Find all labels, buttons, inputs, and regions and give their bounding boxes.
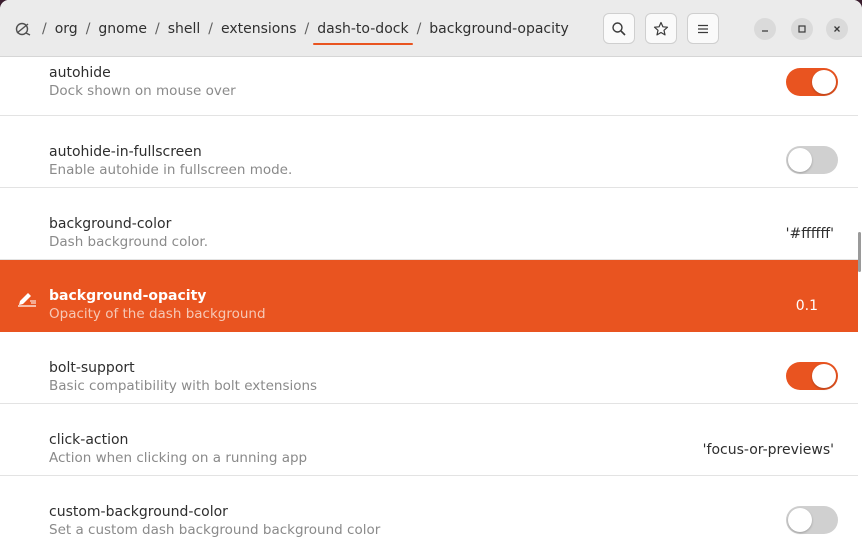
breadcrumb-separator: / bbox=[208, 20, 213, 37]
switch-knob bbox=[788, 508, 812, 532]
key-name: bolt-support bbox=[49, 360, 135, 376]
key-description: Opacity of the dash background bbox=[49, 306, 266, 322]
list-item[interactable]: custom-background-color Set a custom das… bbox=[0, 476, 858, 545]
search-icon bbox=[612, 21, 626, 36]
key-description: Dock shown on mouse over bbox=[49, 83, 236, 99]
key-description: Action when clicking on a running app bbox=[49, 450, 308, 466]
key-description: Enable autohide in fullscreen mode. bbox=[49, 162, 293, 178]
key-value: 'focus-or-previews' bbox=[702, 442, 834, 458]
maximize-icon bbox=[798, 25, 806, 33]
breadcrumb-item-dash-to-dock[interactable]: dash-to-dock bbox=[311, 0, 414, 57]
close-button[interactable] bbox=[826, 18, 848, 40]
key-name: autohide-in-fullscreen bbox=[49, 144, 202, 160]
edit-icon bbox=[18, 293, 36, 307]
key-name: background-color bbox=[49, 216, 172, 232]
breadcrumb-separator: / bbox=[304, 20, 310, 37]
key-description: Dash background color. bbox=[49, 234, 208, 250]
breadcrumb-separator: / bbox=[42, 20, 47, 37]
autohide-in-fullscreen-switch[interactable] bbox=[786, 146, 838, 174]
minimize-button[interactable] bbox=[754, 18, 776, 40]
key-list: autohide Dock shown on mouse over autohi… bbox=[0, 57, 858, 545]
breadcrumb-item-extensions[interactable]: extensions bbox=[215, 0, 303, 57]
list-item[interactable]: click-action Action when clicking on a r… bbox=[0, 404, 858, 476]
breadcrumb-item-org[interactable]: org bbox=[49, 0, 84, 57]
scrollbar[interactable] bbox=[858, 232, 861, 272]
menu-button[interactable] bbox=[687, 13, 719, 44]
breadcrumb: / org / gnome / shell / extensions / das… bbox=[12, 0, 575, 57]
hamburger-icon bbox=[698, 24, 708, 33]
breadcrumb-separator: / bbox=[416, 20, 422, 37]
bookmark-button[interactable] bbox=[645, 13, 677, 44]
list-item-selected[interactable]: background-opacity Opacity of the dash b… bbox=[0, 260, 858, 332]
key-name: autohide bbox=[49, 65, 111, 81]
header-bar: / org / gnome / shell / extensions / das… bbox=[0, 0, 862, 57]
dconf-editor-icon[interactable] bbox=[12, 18, 34, 40]
switch-knob bbox=[812, 70, 836, 94]
switch-knob bbox=[788, 148, 812, 172]
custom-background-color-switch[interactable] bbox=[786, 506, 838, 534]
bolt-support-switch[interactable] bbox=[786, 362, 838, 390]
switch-knob bbox=[812, 364, 836, 388]
minimize-icon bbox=[762, 30, 768, 32]
key-value: 0.1 bbox=[795, 298, 818, 314]
breadcrumb-item-shell[interactable]: shell bbox=[162, 0, 207, 57]
list-item[interactable]: background-color Dash background color. … bbox=[0, 188, 858, 260]
key-name: background-opacity bbox=[49, 288, 207, 304]
list-item[interactable]: autohide-in-fullscreen Enable autohide i… bbox=[0, 116, 858, 188]
breadcrumb-separator: / bbox=[85, 20, 91, 37]
list-item[interactable]: bolt-support Basic compatibility with bo… bbox=[0, 332, 858, 404]
breadcrumb-item-gnome[interactable]: gnome bbox=[92, 0, 153, 57]
breadcrumb-item-background-opacity[interactable]: background-opacity bbox=[423, 0, 575, 57]
search-button[interactable] bbox=[603, 13, 635, 44]
list-item[interactable]: autohide Dock shown on mouse over bbox=[0, 57, 858, 116]
key-value: '#ffffff' bbox=[785, 226, 834, 242]
key-name: custom-background-color bbox=[49, 504, 228, 520]
maximize-button[interactable] bbox=[791, 18, 813, 40]
autohide-switch[interactable] bbox=[786, 68, 838, 96]
breadcrumb-separator: / bbox=[154, 20, 160, 37]
dconf-editor-window: / org / gnome / shell / extensions / das… bbox=[0, 0, 862, 545]
close-icon bbox=[834, 26, 840, 32]
key-description: Set a custom dash background background … bbox=[49, 522, 381, 538]
key-description: Basic compatibility with bolt extensions bbox=[49, 378, 318, 394]
star-icon bbox=[653, 21, 669, 35]
key-name: click-action bbox=[49, 432, 129, 448]
